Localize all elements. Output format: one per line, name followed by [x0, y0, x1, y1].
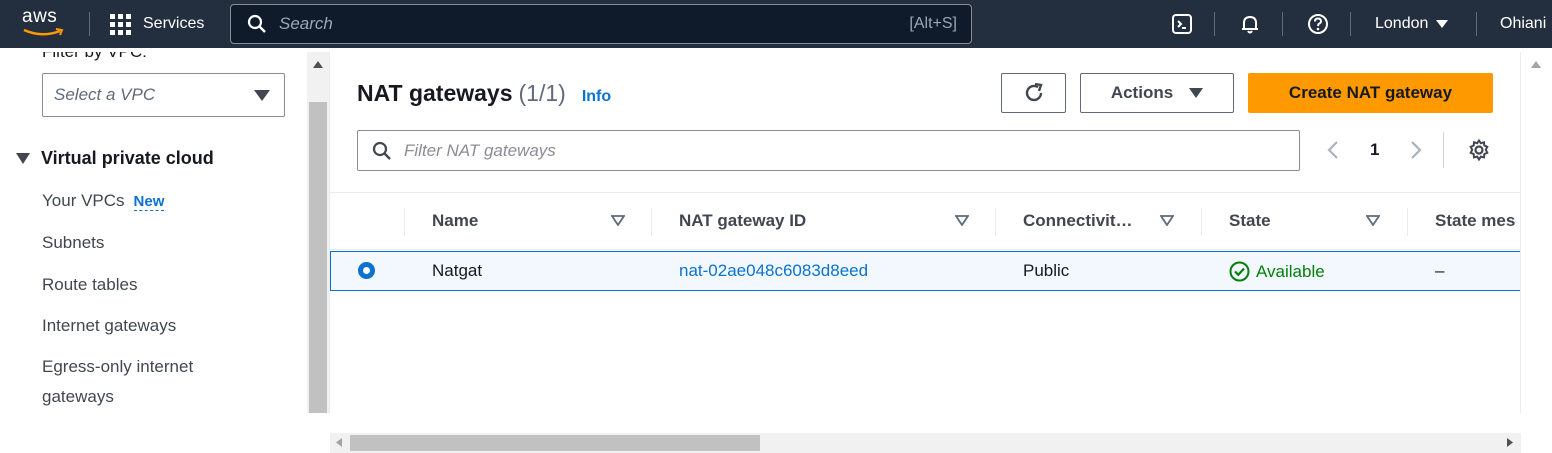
services-label: Services	[143, 15, 205, 32]
success-check-icon	[1229, 261, 1250, 282]
account-menu[interactable]: Ohiani	[1500, 0, 1546, 48]
sidebar-item-internet-gateways[interactable]: Internet gateways	[42, 316, 176, 336]
region-selector[interactable]: London	[1375, 0, 1449, 48]
sidebar-item-subnets[interactable]: Subnets	[42, 233, 104, 253]
nav-divider	[1476, 12, 1477, 36]
filter-by-vpc-label: Filter by VPC:	[42, 52, 147, 62]
column-header-connectivity[interactable]: Connectivit…	[1023, 211, 1133, 231]
sort-icon[interactable]	[1366, 215, 1380, 226]
cell-name: Natgat	[432, 261, 483, 280]
global-search-input[interactable]: Search [Alt+S]	[230, 4, 972, 44]
column-divider	[404, 208, 405, 236]
chevron-left-icon[interactable]	[1327, 140, 1339, 160]
vpc-select-placeholder: Select a VPC	[54, 85, 156, 104]
sidebar-item-egress-only-internet-gateways[interactable]: Egress-only internet	[42, 357, 193, 377]
column-divider	[1201, 208, 1202, 236]
caret-down-icon	[16, 153, 30, 164]
aws-logo-text: aws	[22, 6, 58, 27]
refresh-button[interactable]	[1001, 73, 1066, 113]
page-number[interactable]: 1	[1370, 140, 1379, 160]
main-content: NAT gateways (1/1) Info Actions Create N…	[329, 52, 1521, 453]
actions-button[interactable]: Actions	[1080, 73, 1234, 113]
create-nat-gateway-button[interactable]: Create NAT gateway	[1248, 73, 1493, 113]
nav-divider	[89, 12, 90, 36]
info-link[interactable]: Info	[582, 88, 611, 106]
pager-divider	[1443, 132, 1444, 168]
row-select-radio[interactable]	[358, 262, 375, 279]
section-title: Virtual private cloud	[41, 148, 214, 168]
column-header-name[interactable]: Name	[432, 211, 478, 231]
sort-icon[interactable]	[955, 215, 969, 226]
column-divider	[651, 208, 652, 236]
settings-gear-icon[interactable]	[1467, 138, 1491, 162]
sidebar-item-label: Your VPCs	[42, 191, 125, 210]
scroll-left-arrow-icon[interactable]	[336, 438, 342, 447]
cell-state-message: –	[1435, 261, 1445, 280]
sidebar-item-route-tables[interactable]: Route tables	[42, 275, 137, 295]
search-placeholder: Search	[279, 14, 333, 33]
scrollbar-thumb[interactable]	[309, 102, 327, 413]
scrollbar-thumb[interactable]	[350, 435, 760, 451]
search-icon	[372, 141, 391, 160]
page-header: NAT gateways (1/1) Info	[357, 80, 611, 107]
page-scrollbar[interactable]	[1520, 52, 1552, 413]
top-navigation-bar: aws Services Search [Alt+S] London Ohian…	[0, 0, 1552, 48]
sidebar-item-your-vpcs[interactable]: Your VPCs New	[42, 191, 165, 211]
sort-icon[interactable]	[611, 215, 625, 226]
item-count: (1/1)	[518, 80, 566, 106]
aws-logo[interactable]: aws	[22, 6, 68, 42]
new-badge: New	[133, 193, 165, 211]
scroll-up-arrow-icon[interactable]	[1531, 61, 1541, 68]
sidebar-scrollbar[interactable]	[307, 52, 329, 413]
search-shortcut-hint: [Alt+S]	[909, 15, 957, 32]
caret-down-icon	[1189, 88, 1204, 98]
filter-placeholder: Filter NAT gateways	[404, 140, 556, 160]
aws-smile-icon	[23, 28, 64, 36]
scroll-up-arrow-icon[interactable]	[313, 61, 323, 68]
user-label: Ohiani	[1500, 15, 1547, 32]
table-horizontal-scrollbar[interactable]	[330, 433, 1521, 453]
column-header-state[interactable]: State	[1229, 211, 1271, 231]
table-row[interactable]: Natgat nat-02ae048c6083d8eed Public Avai…	[330, 251, 1521, 291]
vpc-select[interactable]: Select a VPC	[42, 73, 285, 117]
nav-divider	[1282, 12, 1283, 36]
column-header-state-message[interactable]: State mes	[1435, 211, 1521, 231]
scroll-right-arrow-icon[interactable]	[1507, 438, 1513, 447]
nav-divider	[1350, 12, 1351, 36]
grid-icon	[110, 13, 131, 35]
column-divider	[995, 208, 996, 236]
section-virtual-private-cloud[interactable]: Virtual private cloud	[16, 148, 214, 169]
sort-icon[interactable]	[1160, 215, 1174, 226]
caret-down-icon	[1436, 20, 1449, 28]
bell-icon[interactable]	[1238, 12, 1262, 36]
nav-divider	[1214, 12, 1215, 36]
cloudshell-icon[interactable]	[1170, 12, 1194, 36]
search-icon	[247, 14, 266, 33]
cell-connectivity: Public	[1023, 261, 1070, 280]
table-header: Name NAT gateway ID Connectivit… State S…	[330, 192, 1521, 250]
cell-nat-gateway-id-link[interactable]: nat-02ae048c6083d8eed	[679, 261, 868, 281]
chevron-right-icon[interactable]	[1410, 140, 1422, 160]
cell-state: Available	[1229, 261, 1325, 282]
filter-input[interactable]: Filter NAT gateways	[357, 130, 1300, 171]
region-label: London	[1375, 15, 1429, 32]
column-header-nat-gateway-id[interactable]: NAT gateway ID	[679, 211, 806, 231]
page-title: NAT gateways	[357, 80, 513, 106]
services-menu-button[interactable]: Services	[110, 0, 204, 48]
help-icon[interactable]	[1306, 12, 1330, 36]
caret-down-icon	[254, 90, 270, 101]
sidebar-item-egress-only-internet-gateways-line2[interactable]: gateways	[42, 387, 114, 407]
state-label: Available	[1256, 261, 1325, 281]
actions-label: Actions	[1110, 83, 1174, 102]
column-divider	[1407, 208, 1408, 236]
side-navigation: Filter by VPC: Select a VPC Virtual priv…	[0, 52, 307, 413]
refresh-icon	[1025, 82, 1043, 102]
